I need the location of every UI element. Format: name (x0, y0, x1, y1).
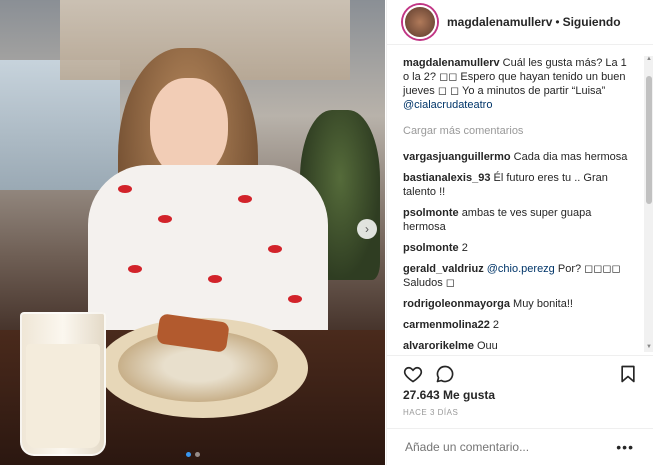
carousel-dots (186, 452, 200, 457)
lip-print (268, 245, 282, 253)
comment-text: Cada dia mas hermosa (513, 151, 628, 163)
comments-scrollbar[interactable]: ▲ ▼ (644, 56, 653, 352)
comment-username-link[interactable]: gerald_valdriuz (403, 263, 484, 275)
lip-print (158, 215, 172, 223)
caption-username-link[interactable]: magdalenamullerv (403, 57, 500, 69)
comment-item: psolmonte 2 (403, 241, 628, 255)
comment-text: Ouu (477, 340, 498, 352)
header-separator: • (555, 15, 560, 29)
comment-text: 2 (492, 319, 500, 331)
carousel-dot-active (186, 452, 191, 457)
post-photo[interactable]: › (0, 0, 385, 465)
comment-username-link[interactable]: bastianalexis_93 (403, 172, 490, 184)
comment-username-link[interactable]: psolmonte (403, 207, 459, 219)
carousel-dot (195, 452, 200, 457)
scroll-down-arrow-icon[interactable]: ▼ (645, 344, 653, 352)
comment-username-link[interactable]: carmenmolina22 (403, 319, 490, 331)
comment-item: carmenmolina22 2 (403, 318, 628, 332)
scrollbar-thumb[interactable] (646, 76, 652, 204)
lip-print (208, 275, 222, 283)
comment-item: bastianalexis_93 Él futuro eres tu .. Gr… (403, 171, 628, 199)
load-more-comments-button[interactable]: Cargar más comentarios (403, 124, 653, 138)
caption-mention-link[interactable]: @cialacrudateatro (403, 99, 492, 111)
comment-item: rodrigoleonmayorga Muy bonita!! (403, 297, 628, 311)
header-username-link[interactable]: magdalenamullerv (447, 15, 552, 29)
next-slide-button[interactable]: › (357, 219, 377, 239)
comment-item: gerald_valdriuz @chio.perezg Por? ◻◻◻◻ S… (403, 262, 628, 290)
comment-item: vargasjuanguillermo Cada dia mas hermosa (403, 150, 628, 164)
comment-text: 2 (461, 242, 468, 254)
likes-count-link[interactable]: 27.643 Me gusta (403, 388, 495, 402)
post-side-panel: magdalenamullerv • Siguiendo magdalenamull… (386, 0, 653, 465)
milk-glass (20, 312, 106, 456)
lip-print (288, 295, 302, 303)
following-button[interactable]: Siguiendo (563, 15, 621, 29)
avatar[interactable] (403, 5, 437, 39)
comment-input[interactable] (403, 439, 607, 455)
header-text: magdalenamullerv • Siguiendo (447, 15, 621, 29)
comment-username-link[interactable]: alvarorikelme (403, 340, 474, 352)
woman-face (150, 78, 228, 178)
comment-username-link[interactable]: rodrigoleonmayorga (403, 298, 510, 310)
comment-icon[interactable] (435, 364, 455, 384)
post-header: magdalenamullerv • Siguiendo (387, 0, 653, 45)
comment-username-link[interactable]: vargasjuanguillermo (403, 151, 511, 163)
action-bar (387, 355, 653, 386)
lip-print (238, 195, 252, 203)
comment-item: psolmonte ambas te ves super guapa hermo… (403, 206, 628, 234)
milk (26, 344, 100, 448)
comment-item: alvarorikelme Ouu (403, 339, 628, 353)
add-comment-bar: ••• (387, 428, 653, 466)
heart-icon[interactable] (403, 364, 423, 384)
comment-mention-link[interactable]: @chio.perezg (487, 263, 555, 275)
lip-print (128, 265, 142, 273)
lip-print (118, 185, 132, 193)
bookmark-icon[interactable] (618, 364, 638, 384)
comment-username-link[interactable]: psolmonte (403, 242, 459, 254)
post-date: HACE 3 DÍAS (403, 408, 459, 417)
comments-list: magdalenamullerv Cuál les gusta más? La … (387, 56, 653, 354)
scroll-up-arrow-icon[interactable]: ▲ (645, 56, 653, 64)
caption: magdalenamullerv Cuál les gusta más? La … (403, 56, 628, 112)
comment-text: Muy bonita!! (513, 298, 573, 310)
more-options-button[interactable]: ••• (616, 439, 634, 455)
